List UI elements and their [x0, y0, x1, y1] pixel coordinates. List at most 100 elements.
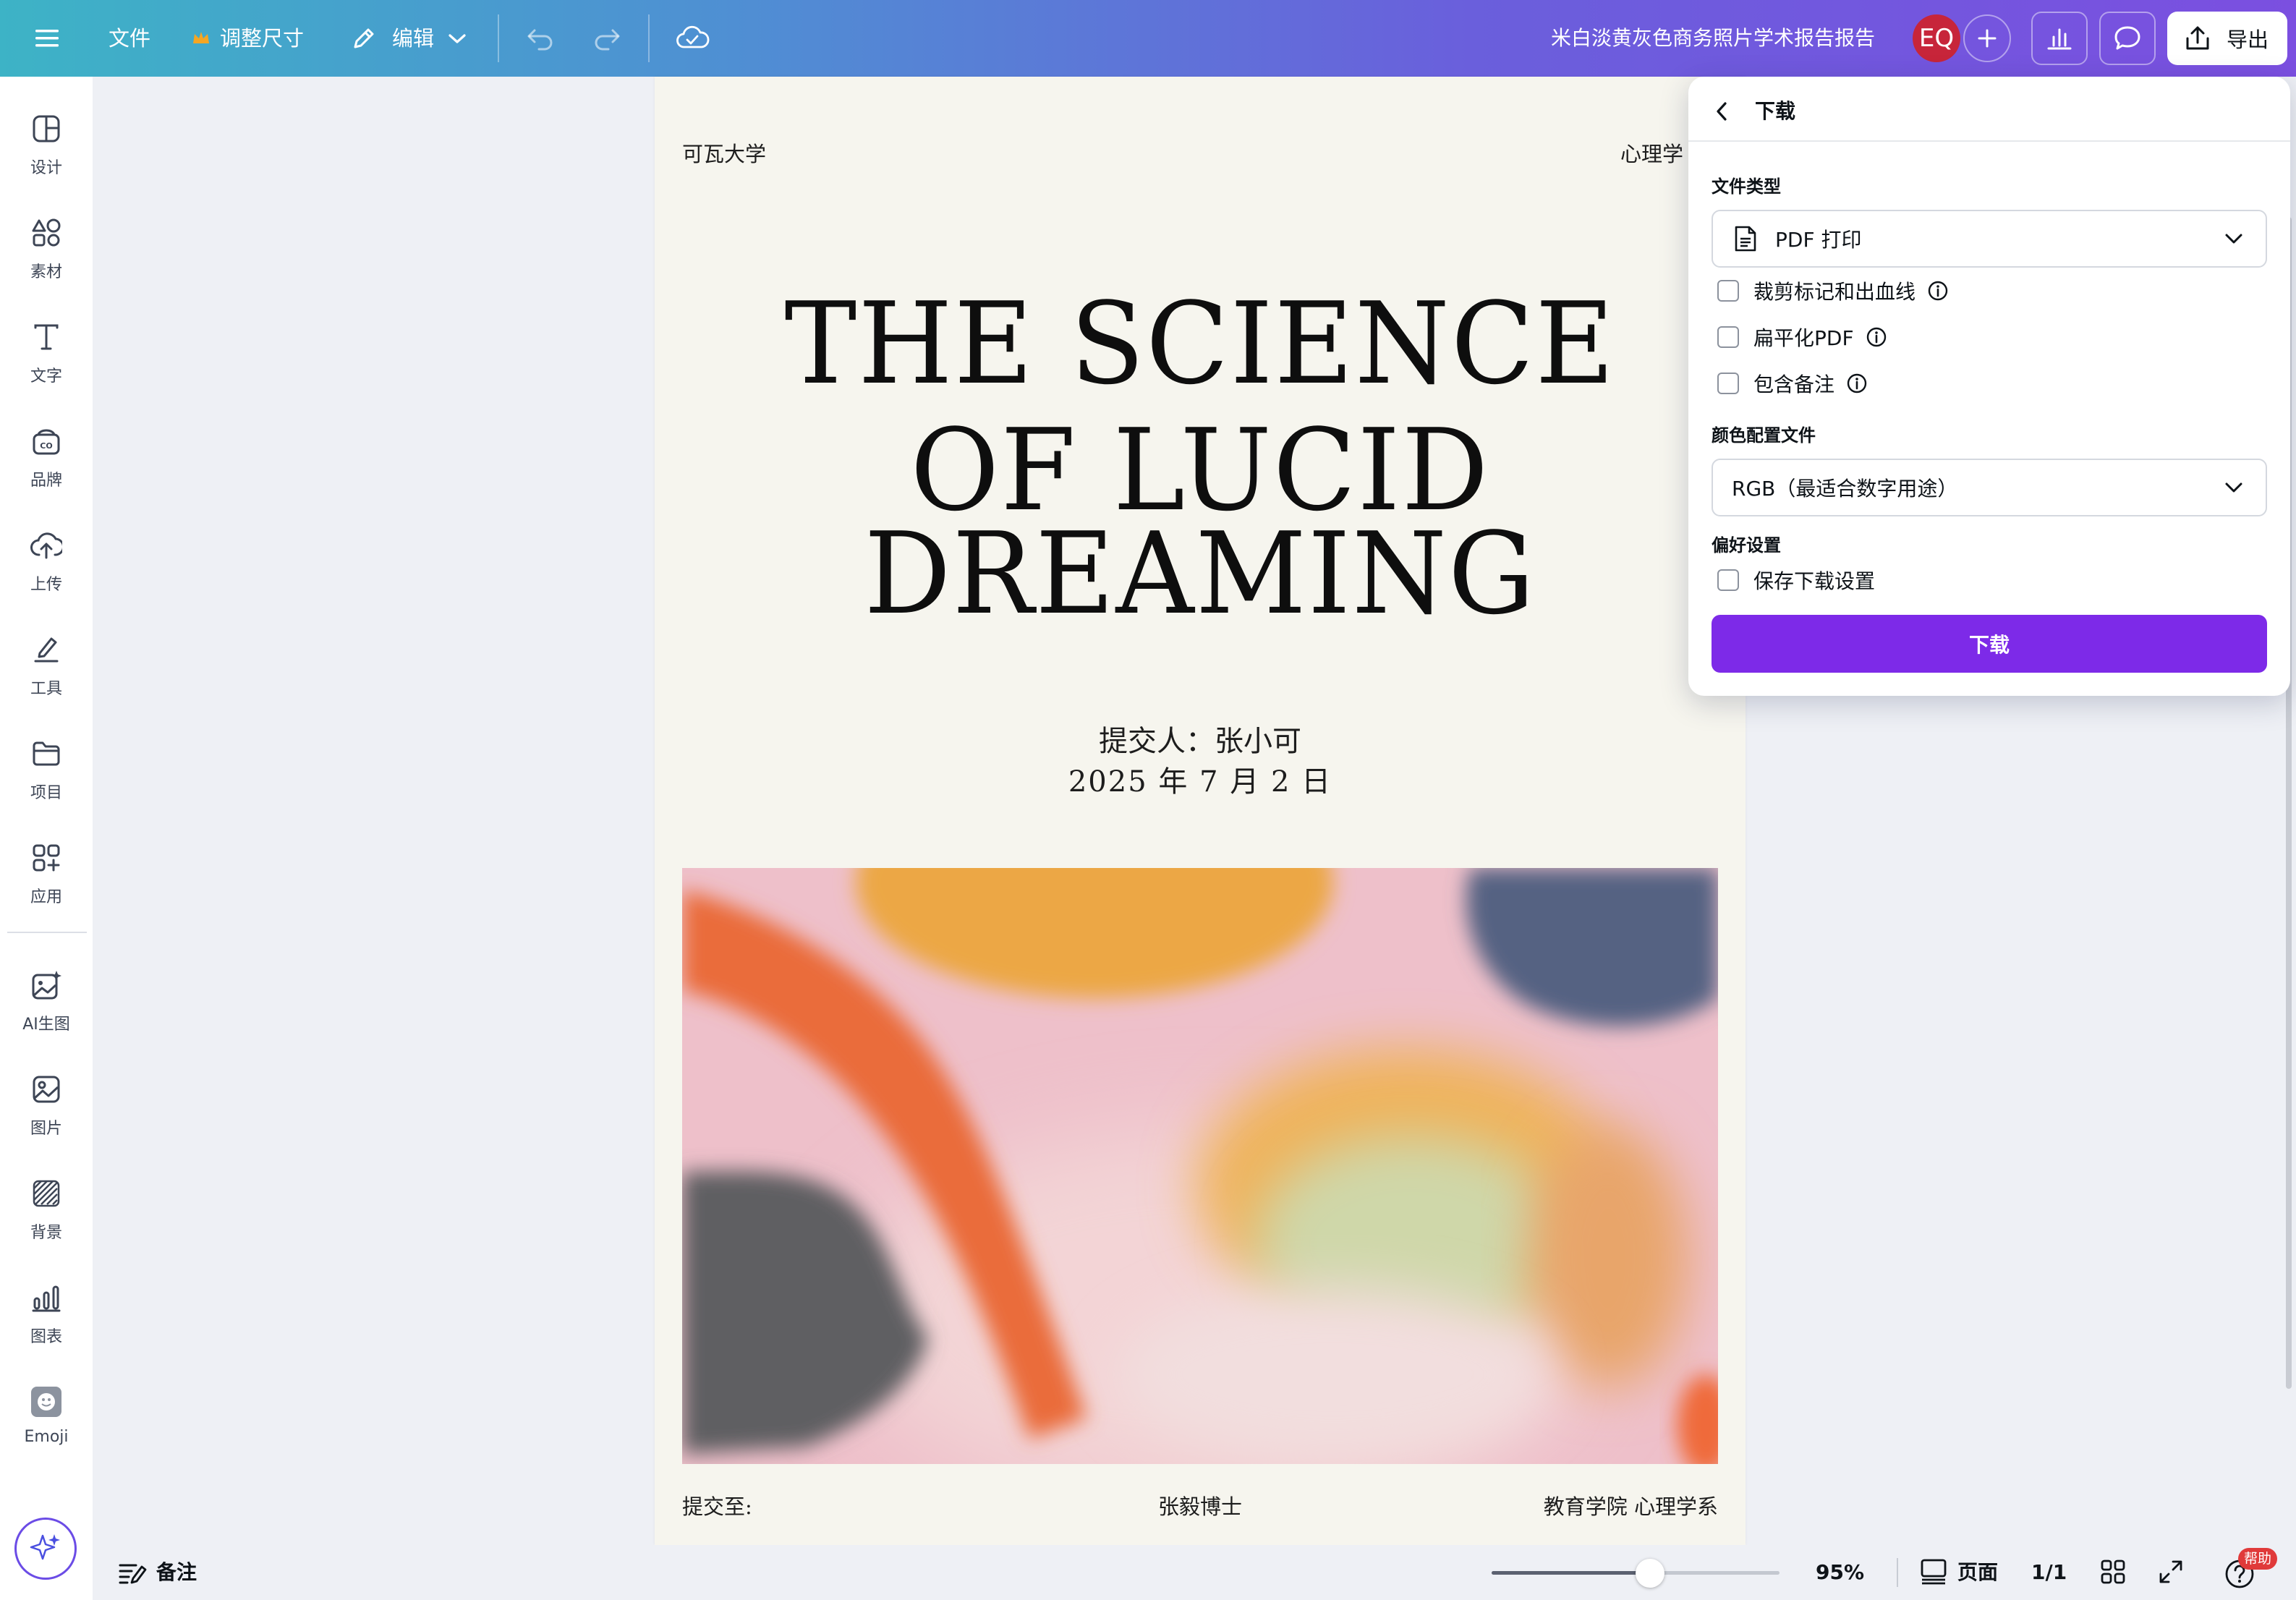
- plus-icon: [1978, 29, 1997, 48]
- zoom-slider-thumb[interactable]: [1636, 1559, 1664, 1588]
- sidebar-item-label: 工具: [30, 680, 62, 698]
- undo-icon[interactable]: [522, 17, 558, 59]
- sidebar-item-design[interactable]: 设计: [0, 94, 93, 188]
- export-button[interactable]: 导出: [2167, 12, 2287, 65]
- crop-marks-label: 裁剪标记和出血线: [1753, 280, 1916, 304]
- sidebar-item-label: AI生图: [22, 1016, 70, 1034]
- sidebar-item-elements[interactable]: 素材: [0, 198, 93, 292]
- comments-button[interactable]: [2099, 12, 2156, 65]
- upload-icon: [27, 527, 65, 564]
- text-icon: [27, 318, 65, 356]
- page-thumbnails-icon: [1920, 1558, 1949, 1587]
- back-chevron-icon[interactable]: [1709, 97, 1735, 126]
- title-line-1[interactable]: THE SCIENCE: [676, 287, 1724, 400]
- crop-marks-option[interactable]: 裁剪标记和出血线: [1717, 275, 1949, 307]
- include-notes-checkbox[interactable]: [1717, 373, 1739, 394]
- preferences-label: 偏好设置: [1712, 535, 1781, 556]
- zoom-level[interactable]: 95%: [1816, 1545, 1864, 1600]
- file-type-value: PDF 打印: [1775, 228, 1862, 252]
- photo-icon: [27, 1071, 65, 1108]
- emoji-icon: [27, 1383, 65, 1421]
- panel-divider: [1688, 140, 2290, 142]
- save-settings-option[interactable]: 保存下载设置: [1717, 564, 1875, 596]
- info-icon: [1928, 281, 1948, 301]
- document-icon: [1735, 226, 1756, 252]
- sidebar-item-label: 文字: [30, 367, 62, 386]
- grid-view-icon[interactable]: [2099, 1558, 2128, 1587]
- page-indicator[interactable]: 1/1: [2031, 1545, 2067, 1600]
- edit-menu-button[interactable]: 编辑: [392, 0, 434, 77]
- save-settings-checkbox[interactable]: [1717, 569, 1739, 591]
- export-label: 导出: [2227, 27, 2269, 52]
- color-profile-select[interactable]: RGB（最适合数字用途）: [1712, 459, 2267, 516]
- file-type-label: 文件类型: [1712, 176, 1781, 197]
- chevron-down-icon: [2225, 482, 2242, 493]
- add-collaborator-button[interactable]: [1963, 14, 2011, 62]
- sidebar-item-ai-image[interactable]: AI生图: [0, 950, 93, 1044]
- footer-department[interactable]: 教育学院 心理学系: [1374, 1490, 1718, 1520]
- insights-button[interactable]: [2031, 12, 2088, 65]
- title-line-3[interactable]: DREAMING: [676, 517, 1724, 630]
- sidebar-item-photos[interactable]: 图片: [0, 1055, 93, 1149]
- share-upload-icon: [2186, 26, 2209, 50]
- sidebar-item-projects[interactable]: 项目: [0, 719, 93, 813]
- university-name[interactable]: 可瓦大学: [682, 137, 766, 168]
- sidebar-item-label: 图片: [30, 1120, 62, 1138]
- magic-assistant-button[interactable]: [14, 1518, 77, 1580]
- chevron-down-icon: [2225, 234, 2242, 244]
- zoom-slider-track[interactable]: [1492, 1559, 1780, 1588]
- sidebar-item-label: 设计: [30, 159, 62, 177]
- include-notes-option[interactable]: 包含备注: [1717, 367, 1868, 399]
- apps-icon: [27, 839, 65, 877]
- date-line[interactable]: 2025 年 7 月 2 日: [655, 758, 1746, 800]
- sidebar-item-upload[interactable]: 上传: [0, 511, 93, 605]
- sparkle-icon: [30, 1534, 60, 1560]
- sidebar-item-label: 品牌: [30, 472, 62, 490]
- sidebar-item-background[interactable]: 背景: [0, 1159, 93, 1253]
- abstract-photo[interactable]: [682, 868, 1718, 1464]
- notes-button[interactable]: 备注: [156, 1545, 197, 1600]
- toolbar-divider: [498, 14, 499, 62]
- avatar[interactable]: EQ: [1913, 14, 1960, 62]
- sidebar-item-label: 项目: [30, 784, 62, 802]
- resize-button[interactable]: 调整尺寸: [220, 0, 304, 77]
- info-icon: [1866, 327, 1886, 347]
- flatten-pdf-label: 扁平化PDF: [1753, 326, 1854, 350]
- crop-marks-checkbox[interactable]: [1717, 280, 1739, 302]
- pages-button[interactable]: 页面: [1957, 1545, 1998, 1600]
- document-title[interactable]: 米白淡黄灰色商务照片学术报告报告: [1551, 0, 1875, 77]
- file-type-select[interactable]: PDF 打印: [1712, 210, 2267, 268]
- chevron-down-icon[interactable]: [444, 17, 470, 59]
- department-header-clip: 心理学: [1577, 130, 1688, 174]
- department-header[interactable]: 心理学: [1620, 137, 1683, 168]
- sidebar-item-text[interactable]: 文字: [0, 302, 93, 396]
- flatten-pdf-checkbox[interactable]: [1717, 326, 1739, 348]
- background-icon: [27, 1175, 65, 1212]
- sidebar-item-tools[interactable]: 工具: [0, 615, 93, 709]
- chart-icon: [27, 1279, 65, 1316]
- submitter-line[interactable]: 提交人：张小可: [655, 718, 1746, 759]
- sidebar-item-apps[interactable]: 应用: [0, 823, 93, 917]
- elements-icon: [27, 214, 65, 252]
- crown-icon: [190, 17, 213, 59]
- notes-icon: [117, 1559, 149, 1588]
- flatten-pdf-option[interactable]: 扁平化PDF: [1717, 321, 1887, 353]
- sidebar-item-emoji[interactable]: Emoji: [0, 1367, 93, 1461]
- brand-icon: CO: [27, 422, 65, 460]
- help-badge[interactable]: 帮助: [2238, 1548, 2278, 1570]
- file-menu-button[interactable]: 文件: [109, 0, 150, 77]
- save-settings-label: 保存下载设置: [1753, 569, 1876, 593]
- sidebar-item-label: 上传: [30, 576, 62, 594]
- redo-icon[interactable]: [589, 17, 625, 59]
- sidebar-item-brand[interactable]: CO 品牌: [0, 407, 93, 501]
- sidebar-item-label: 图表: [30, 1328, 62, 1346]
- include-notes-label: 包含备注: [1753, 373, 1835, 396]
- download-button[interactable]: 下载: [1712, 615, 2267, 673]
- fullscreen-icon[interactable]: [2157, 1558, 2186, 1587]
- sidebar-item-charts[interactable]: 图表: [0, 1263, 93, 1357]
- pencil-icon: [347, 17, 380, 59]
- svg-text:CO: CO: [40, 441, 52, 451]
- draw-tool-icon: [27, 631, 65, 668]
- hamburger-menu-icon[interactable]: [29, 17, 65, 59]
- cloud-saved-icon[interactable]: [673, 17, 712, 59]
